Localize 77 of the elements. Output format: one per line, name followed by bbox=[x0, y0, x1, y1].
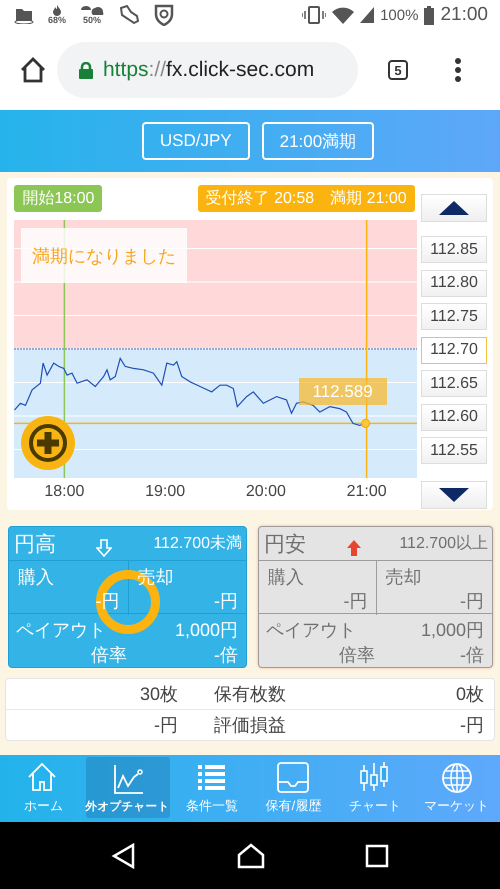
rate-label: 倍率 bbox=[338, 644, 375, 667]
wifi-icon bbox=[332, 6, 354, 24]
back-icon[interactable] bbox=[111, 842, 137, 868]
strike-price-button[interactable]: 112.80 bbox=[421, 270, 487, 296]
battery-percent: 100% bbox=[380, 6, 418, 24]
nav-tab[interactable]: ホーム bbox=[4, 757, 83, 818]
vibrate-icon bbox=[302, 6, 326, 24]
tab-count-button[interactable]: 5 bbox=[388, 60, 408, 80]
home-icon[interactable] bbox=[19, 56, 47, 84]
up-triangle-icon bbox=[439, 201, 469, 215]
folder-icon bbox=[14, 6, 34, 24]
option-card[interactable]: 円安 112.700以上 購入 -円 売却 -円 ペイアウト 1,000円 倍率 -倍 bbox=[258, 526, 493, 668]
notification-text: 50% bbox=[83, 16, 102, 25]
strike-condition: 112.700以上 bbox=[398, 534, 488, 554]
time-label: 20:00 bbox=[244, 483, 287, 501]
nav-tab[interactable]: 条件一覧 bbox=[172, 757, 252, 818]
sell-label: 売却 bbox=[386, 566, 422, 589]
recents-icon[interactable] bbox=[365, 844, 389, 868]
rate-value: -倍 bbox=[459, 644, 484, 667]
holding-value: -円 bbox=[153, 714, 178, 737]
strike-price-button[interactable]: 112.85 bbox=[421, 236, 487, 263]
rate-label: 倍率 bbox=[90, 644, 127, 667]
payout-value: 1,000円 bbox=[174, 619, 238, 642]
clock-text: 21:00 bbox=[440, 4, 488, 26]
scroll-up-button[interactable] bbox=[421, 194, 487, 222]
shield-icon bbox=[154, 4, 174, 26]
scroll-down-button[interactable] bbox=[421, 481, 487, 509]
time-tag: 開始18:00 bbox=[14, 185, 102, 212]
nav-tab[interactable]: 保有/履歴 bbox=[254, 757, 333, 818]
holding-value: 0枚 bbox=[454, 683, 484, 706]
price-dot bbox=[361, 418, 370, 428]
shoe-icon bbox=[118, 5, 140, 25]
option-title: 円安 bbox=[264, 532, 307, 558]
holding-value: 30枚 bbox=[138, 683, 178, 706]
holding-label: 評価損益 bbox=[213, 714, 287, 737]
strike-price-button[interactable]: 112.75 bbox=[421, 303, 487, 330]
weather-icon bbox=[80, 5, 104, 16]
time-label: 19:00 bbox=[144, 483, 186, 501]
sell-price: -円 bbox=[460, 590, 484, 613]
payout-label: ペイアウト bbox=[16, 619, 107, 642]
rate-value: -倍 bbox=[213, 644, 238, 667]
price-tooltip: 112.589 bbox=[298, 378, 387, 406]
payout-value: 1,000円 bbox=[420, 619, 484, 642]
address-bar[interactable]: https://fx.click-sec.com bbox=[57, 42, 358, 98]
strike-condition: 112.700未満 bbox=[152, 534, 242, 554]
holding-value: -円 bbox=[459, 714, 484, 737]
nav-tab[interactable]: 外オプチャート bbox=[86, 757, 170, 818]
battery-icon bbox=[424, 6, 434, 24]
option-title: 円高 bbox=[14, 532, 57, 558]
buy-price: -円 bbox=[344, 590, 368, 613]
tray-icon bbox=[275, 760, 312, 794]
nav-tab[interactable]: マーケット bbox=[417, 757, 496, 818]
up-arrow-icon bbox=[347, 540, 361, 556]
buy-label: 購入 bbox=[18, 566, 55, 589]
down-triangle-icon bbox=[439, 488, 469, 502]
time-tag: 受付終了 20:58 満期 21:00 bbox=[198, 185, 415, 212]
flame-icon bbox=[52, 5, 62, 16]
sell-price: -円 bbox=[214, 590, 238, 613]
time-label: 21:00 bbox=[346, 483, 388, 501]
signal-icon bbox=[360, 7, 374, 23]
strike-price-button[interactable]: 112.70 bbox=[421, 336, 487, 364]
url-text: https://fx.click-sec.com bbox=[103, 58, 314, 82]
chart-notice: 満期になりました bbox=[21, 228, 187, 283]
selector-button[interactable]: 21:00満期 bbox=[262, 122, 374, 160]
strike-price-button[interactable]: 112.65 bbox=[421, 370, 487, 397]
strike-price-button[interactable]: 112.55 bbox=[421, 437, 487, 464]
lock-icon bbox=[79, 62, 93, 78]
down-arrow-icon bbox=[96, 538, 112, 556]
time-label: 18:00 bbox=[43, 483, 86, 501]
notification-text: 68% bbox=[48, 16, 66, 25]
menu-icon[interactable] bbox=[454, 57, 462, 83]
selector-button[interactable]: USD/JPY bbox=[142, 122, 250, 160]
payout-label: ペイアウト bbox=[266, 619, 357, 642]
holding-label: 保有枚数 bbox=[213, 683, 287, 706]
strike-price-button[interactable]: 112.60 bbox=[421, 404, 487, 430]
buy-label: 購入 bbox=[268, 566, 305, 589]
nav-tab[interactable]: チャート bbox=[336, 757, 414, 818]
